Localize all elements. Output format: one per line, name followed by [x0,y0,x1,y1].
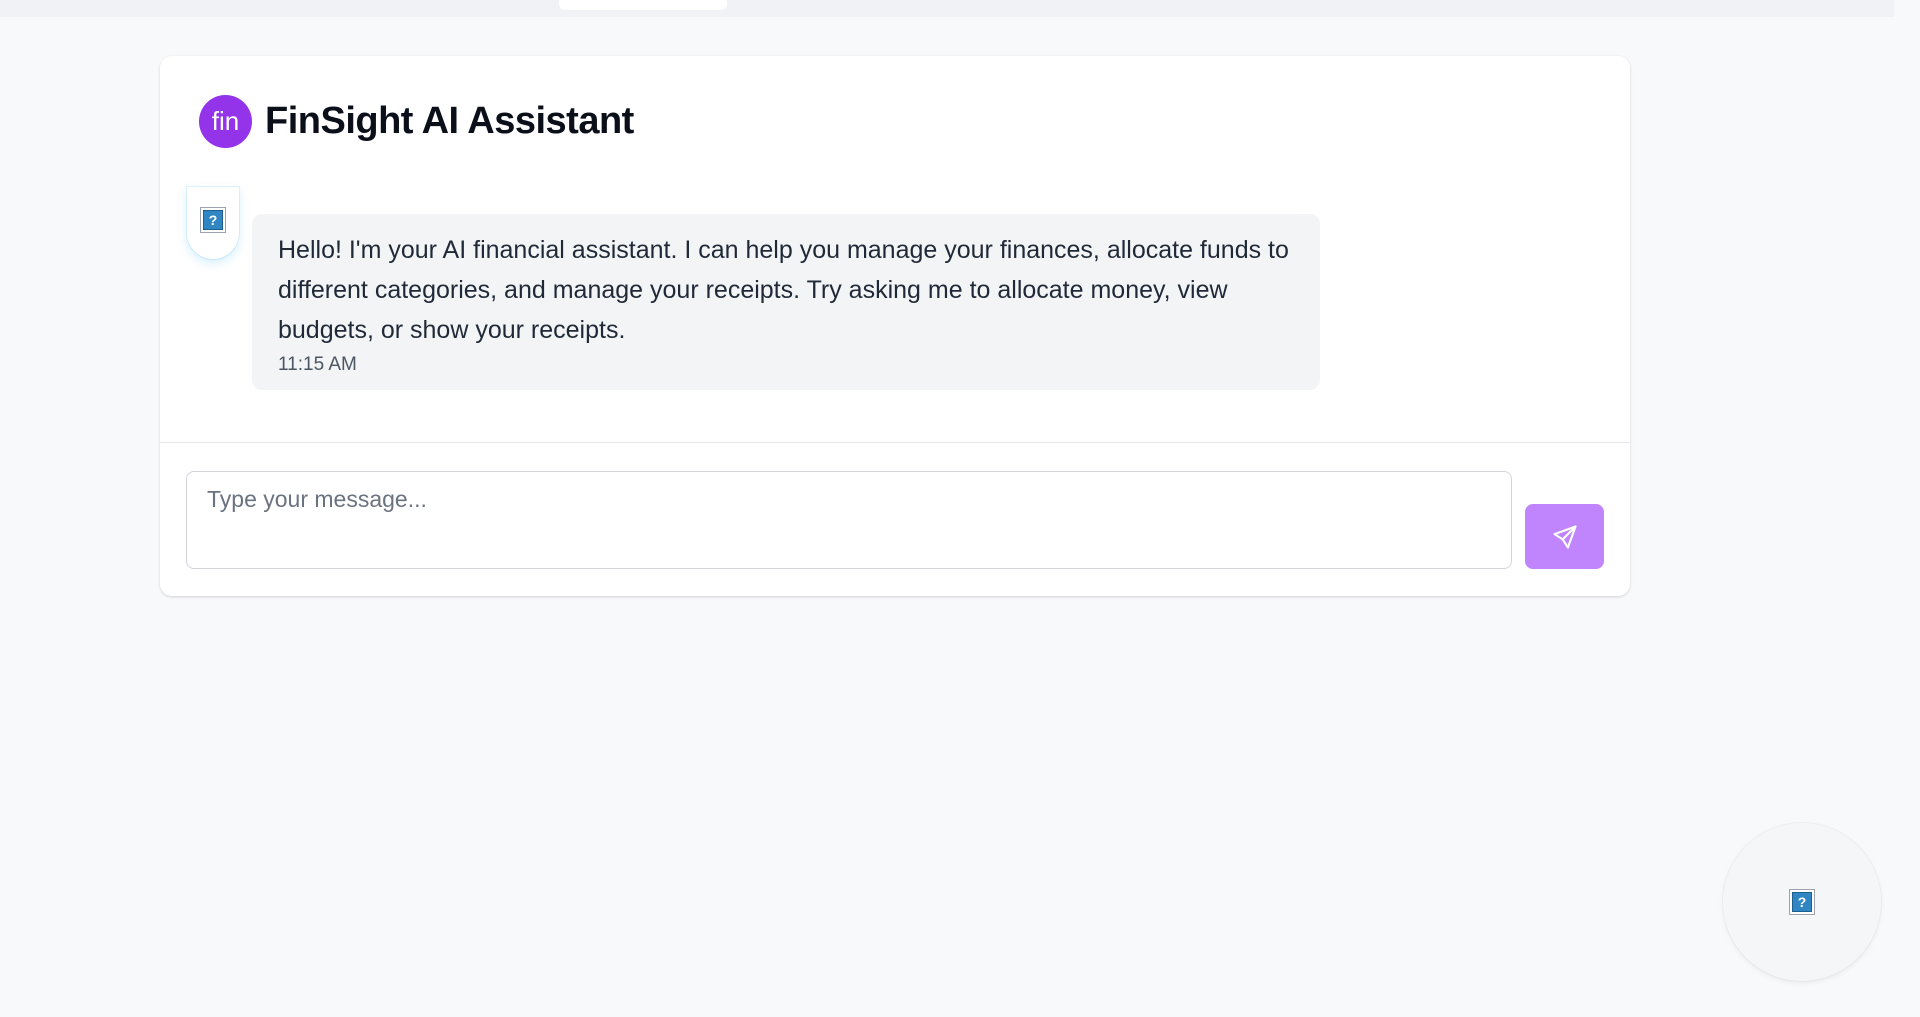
composer-divider [160,442,1630,443]
message-input[interactable] [186,471,1512,569]
floating-chat-button[interactable]: ? [1723,823,1881,981]
chat-card: fin FinSight AI Assistant ? Hello! I'm y… [160,56,1630,596]
assistant-avatar: ? [187,187,239,259]
message-timestamp: 11:15 AM [278,354,357,375]
fin-logo: fin [199,94,252,148]
message-text: Hello! I'm your AI financial assistant. … [278,236,1289,344]
send-icon [1552,524,1577,549]
page-title: FinSight AI Assistant [265,99,634,142]
top-tab[interactable] [559,0,727,10]
top-strip [0,0,1894,17]
chat-header: fin FinSight AI Assistant [199,94,634,148]
assistant-message-bubble: Hello! I'm your AI financial assistant. … [252,214,1320,390]
broken-image-icon: ? [1789,889,1815,915]
broken-image-icon: ? [200,207,226,233]
send-button[interactable] [1525,504,1604,569]
